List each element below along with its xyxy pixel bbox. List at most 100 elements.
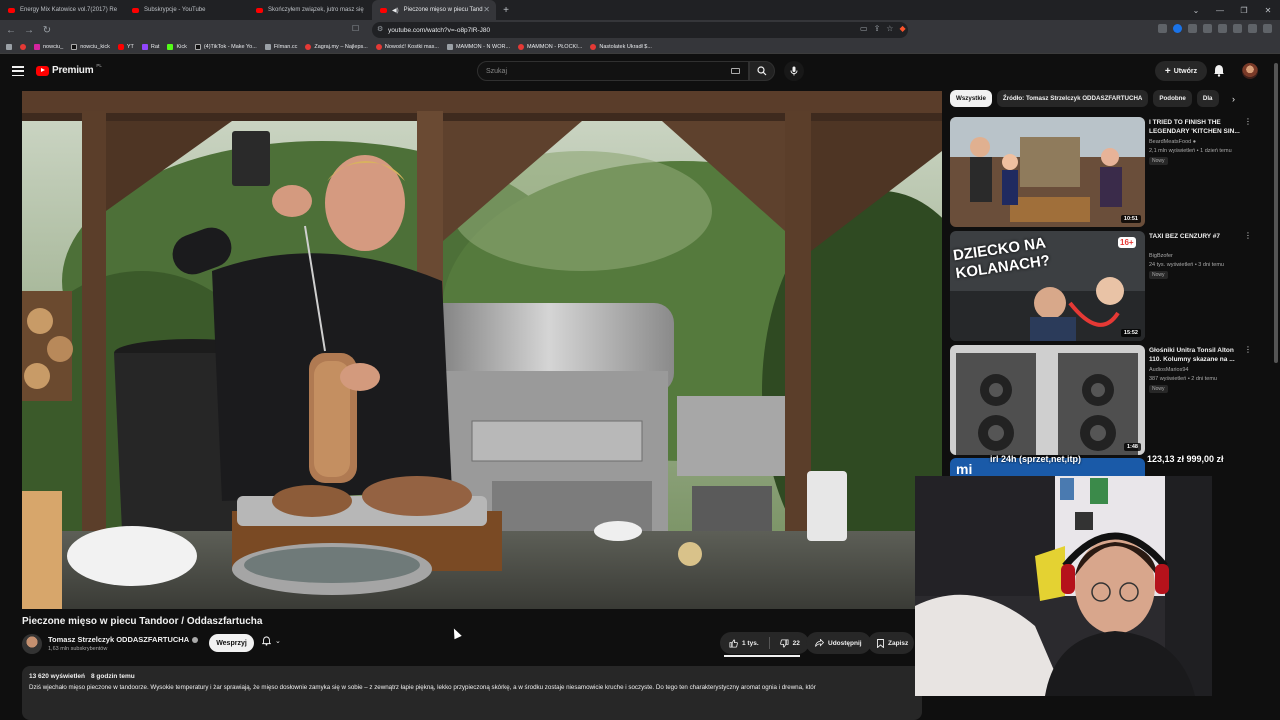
back-icon[interactable]: ← bbox=[4, 23, 18, 37]
red-icon bbox=[518, 43, 525, 50]
menu-icon[interactable] bbox=[1263, 24, 1272, 33]
address-bar[interactable]: ⚙ youtube.com/watch?v=-o8p7lR-J80 bbox=[372, 22, 908, 38]
video-duration: 15:52 bbox=[1120, 329, 1141, 337]
reload-icon[interactable]: ↻ bbox=[40, 23, 54, 37]
video-duration: 1:48 bbox=[1123, 443, 1141, 451]
support-button[interactable]: Wesprzyj bbox=[209, 634, 254, 652]
tab-title: Skończyłem związek, jutro masz się bbox=[268, 7, 364, 13]
channel-name[interactable]: AudiosMarios94 bbox=[1149, 367, 1188, 373]
youtube-favicon-icon bbox=[380, 7, 387, 13]
video-thumbnail[interactable]: DZIECKO NA KOLANACH? 16+ 15:52 bbox=[950, 231, 1145, 341]
site-info-icon[interactable]: ⚙ bbox=[377, 25, 383, 33]
bookmark-item[interactable]: Kick bbox=[167, 43, 187, 50]
audio-icon: ◀) bbox=[392, 7, 399, 14]
new-badge: Nowy bbox=[1149, 385, 1168, 393]
tab-search-icon[interactable]: ⌄ bbox=[1184, 0, 1208, 20]
browser-tab[interactable]: Skończyłem związek, jutro masz się bbox=[248, 0, 372, 20]
account-avatar[interactable] bbox=[1242, 63, 1258, 79]
save-button[interactable]: Zapisz bbox=[868, 632, 914, 654]
browser-tab[interactable]: Subskrypcje - YouTube bbox=[124, 0, 248, 20]
browser-tabstrip: Energy Mix Katowice vol.7(2017) Re Subsk… bbox=[0, 0, 1280, 20]
extension-icon[interactable] bbox=[1248, 24, 1257, 33]
share-icon[interactable]: ⇪ bbox=[874, 24, 881, 33]
notifications-bell-icon[interactable] bbox=[1213, 64, 1225, 77]
youtube-premium-logo[interactable]: Premium PL bbox=[36, 63, 102, 76]
video-title[interactable]: I TRIED TO FINISH THE LEGENDARY 'KITCHEN… bbox=[1149, 119, 1241, 136]
omnibox-actions: ▭ ⇪ ☆ ◆ bbox=[860, 24, 906, 33]
close-tab-icon[interactable]: ✕ bbox=[483, 5, 490, 14]
more-vert-icon[interactable]: ⋮ bbox=[1244, 118, 1252, 126]
dislike-button[interactable]: 22 bbox=[779, 638, 800, 648]
new-tab-button[interactable]: + bbox=[496, 5, 516, 16]
create-button[interactable]: + Utwórz bbox=[1155, 61, 1207, 81]
bookmark-item[interactable]: Nastolatek Ukradł $... bbox=[590, 43, 652, 50]
more-vert-icon[interactable]: ⋮ bbox=[1244, 232, 1252, 240]
voice-search-button[interactable] bbox=[784, 61, 804, 81]
bookmark-item[interactable]: MAMMON - PŁOCKI... bbox=[518, 43, 582, 50]
like-count: 1 tys. bbox=[742, 639, 759, 647]
bookmark-item[interactable]: Filman.cc bbox=[264, 43, 297, 50]
more-vert-icon[interactable]: ⋮ bbox=[1244, 346, 1252, 354]
channel-avatar[interactable] bbox=[22, 634, 42, 654]
streamer-webcam bbox=[915, 476, 1212, 696]
bookmark-item[interactable]: Zagraj.my – Najleps... bbox=[305, 43, 368, 50]
forward-icon[interactable]: → bbox=[22, 23, 36, 37]
bookmark-item[interactable]: MAMMON - N WOR... bbox=[446, 43, 510, 50]
extension-icon[interactable] bbox=[1218, 24, 1227, 33]
extension-icon[interactable] bbox=[1158, 24, 1167, 33]
page-scrollbar[interactable] bbox=[1272, 55, 1280, 720]
extension-icon[interactable] bbox=[1203, 24, 1212, 33]
video-description[interactable]: 13 620 wyświetleń 8 godzin temu Dziś wjec… bbox=[22, 666, 922, 720]
browser-tab[interactable]: Energy Mix Katowice vol.7(2017) Re bbox=[0, 0, 124, 20]
chip-all[interactable]: Wszystkie bbox=[950, 90, 992, 107]
search-input[interactable]: Szukaj bbox=[477, 61, 749, 81]
share-label: Udostępnij bbox=[828, 639, 862, 647]
github-icon bbox=[446, 43, 453, 50]
thumbnail-image bbox=[950, 117, 1145, 227]
video-thumbnail[interactable]: 10:51 bbox=[950, 117, 1145, 227]
apps-icon bbox=[6, 43, 12, 50]
bookmark-item[interactable]: nowciu_kick bbox=[71, 43, 110, 50]
subscription-bell-button[interactable]: ⌄ bbox=[262, 636, 281, 646]
brave-shield-icon[interactable]: ◆ bbox=[899, 24, 905, 33]
minimize-icon[interactable]: — bbox=[1208, 0, 1232, 20]
bookmark-apps[interactable] bbox=[6, 43, 12, 50]
bookmark-item[interactable]: Nowość! Kostki mas... bbox=[375, 43, 439, 50]
close-window-icon[interactable]: ✕ bbox=[1256, 0, 1280, 20]
like-button[interactable]: 1 tys. bbox=[729, 638, 759, 648]
thumbnail-peek-text: mi bbox=[956, 461, 973, 476]
recommended-video[interactable]: DZIECKO NA KOLANACH? 16+ 15:52 TAXI BEZ … bbox=[950, 231, 1260, 341]
extension-icon[interactable] bbox=[1233, 24, 1242, 33]
extension-icon[interactable] bbox=[1173, 24, 1182, 33]
video-title[interactable]: Głośniki Unitra Tonsil Alton 110. Kolumn… bbox=[1149, 347, 1241, 364]
video-thumbnail[interactable]: 1:48 bbox=[950, 345, 1145, 455]
scrollbar-thumb[interactable] bbox=[1274, 63, 1278, 363]
bookmark-item[interactable]: YT bbox=[117, 43, 134, 50]
search-button[interactable] bbox=[749, 61, 775, 81]
bookmark-item[interactable]: (4)TikTok - Make Yo... bbox=[194, 43, 257, 50]
extension-icon[interactable] bbox=[1188, 24, 1197, 33]
bookmark-star-icon[interactable]: ☐ bbox=[352, 24, 359, 33]
recommended-video[interactable]: 1:48 Głośniki Unitra Tonsil Alton 110. K… bbox=[950, 345, 1260, 455]
share-button[interactable]: Udostępnij bbox=[806, 632, 871, 654]
channel-name[interactable]: BeardMeatsFood ● bbox=[1149, 139, 1196, 145]
video-title[interactable]: TAXI BEZ CENZURY #7 bbox=[1149, 233, 1241, 242]
bookmark-item[interactable]: nowciu_ bbox=[34, 43, 63, 50]
video-player[interactable] bbox=[22, 91, 942, 609]
bookmark-item[interactable]: Rat bbox=[141, 43, 159, 50]
chip-for-you[interactable]: Dla bbox=[1196, 90, 1219, 107]
chip-similar[interactable]: Podobne bbox=[1153, 90, 1192, 107]
chevron-right-icon[interactable]: › bbox=[1232, 94, 1235, 104]
recommended-video[interactable]: 10:51 I TRIED TO FINISH THE LEGENDARY 'K… bbox=[950, 117, 1260, 227]
bookmark-icon[interactable]: ☆ bbox=[886, 24, 893, 33]
bookmark-icon bbox=[877, 638, 884, 648]
maximize-icon[interactable]: ❐ bbox=[1232, 0, 1256, 20]
cast-icon[interactable]: ▭ bbox=[860, 24, 868, 33]
keyboard-icon[interactable] bbox=[731, 68, 740, 74]
browser-tab-active[interactable]: ◀) Pieczone mięso w piecu Tand ✕ bbox=[372, 0, 496, 20]
chip-source[interactable]: Źródło: Tomasz Strzelczyk ODDASZFARTUCHA bbox=[996, 90, 1149, 107]
channel-name[interactable]: Tomasz Strzelczyk ODDASZFARTUCHA bbox=[48, 635, 199, 644]
bookmark-folder[interactable] bbox=[20, 43, 26, 50]
guide-menu-icon[interactable] bbox=[12, 66, 24, 76]
channel-name[interactable]: BigBzofer bbox=[1149, 253, 1173, 259]
